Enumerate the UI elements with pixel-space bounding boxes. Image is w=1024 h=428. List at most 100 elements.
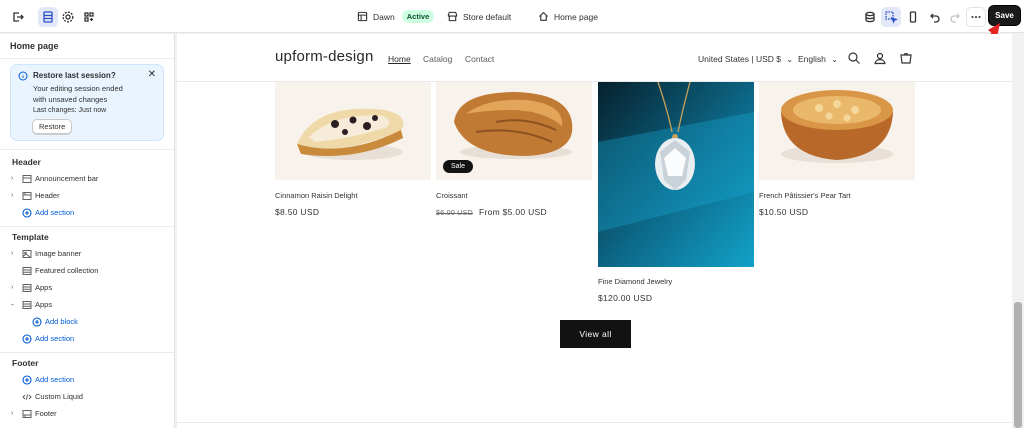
image-icon xyxy=(22,249,32,258)
footer-add-section[interactable]: Add section xyxy=(0,371,174,388)
nav-contact[interactable]: Contact xyxy=(465,54,494,64)
plus-circle-icon xyxy=(22,333,32,344)
page-label: Home page xyxy=(554,11,598,22)
layout-icon xyxy=(357,11,368,22)
sections-icon[interactable] xyxy=(38,7,58,27)
chevron-right-icon[interactable]: › xyxy=(11,250,13,257)
settings-gear-icon[interactable] xyxy=(58,7,78,27)
section-label: Announcement bar xyxy=(35,174,99,183)
restore-session-banner: ✕ Restore last session? Your editing ses… xyxy=(10,64,164,141)
product-image-diamond[interactable] xyxy=(598,82,754,267)
chevron-right-icon[interactable]: › xyxy=(11,192,13,199)
chevron-down-icon: ⌄ xyxy=(831,55,838,64)
theme-selector[interactable]: Dawn Active xyxy=(357,0,435,33)
inspector-cursor-icon[interactable] xyxy=(881,7,901,27)
section-label: Apps xyxy=(35,283,53,292)
section-custom-liquid[interactable]: Custom Liquid xyxy=(0,388,174,405)
undo-icon[interactable] xyxy=(925,7,945,27)
chevron-right-icon[interactable]: › xyxy=(11,175,13,182)
apps-grid-icon[interactable] xyxy=(79,7,99,27)
header-section-heading: Header xyxy=(12,157,41,167)
section-footer[interactable]: › Footer xyxy=(0,405,174,422)
language-selector[interactable]: English ⌄ xyxy=(798,54,838,64)
add-section-label: Add section xyxy=(35,208,75,217)
exit-icon[interactable] xyxy=(8,7,28,27)
footer-section-heading: Footer xyxy=(12,358,39,368)
apps-add-block[interactable]: Add block xyxy=(0,313,174,330)
store-logo[interactable]: upform-design xyxy=(275,48,373,65)
sale-badge: Sale xyxy=(443,160,474,173)
template-add-section[interactable]: Add section xyxy=(0,330,174,347)
add-section-label: Add section xyxy=(35,334,75,343)
plus-circle-icon xyxy=(32,316,42,327)
currency-selector[interactable]: United States | USD $ ⌄ xyxy=(698,54,793,64)
home-icon xyxy=(538,11,549,21)
store-header: upform-design Home Catalog Contact Unite… xyxy=(177,34,1012,82)
header-icon xyxy=(22,191,32,200)
apps-icon xyxy=(22,300,32,309)
banner-body-line1: Your editing session ended xyxy=(33,84,123,93)
store-context-selector[interactable]: Store default xyxy=(447,0,511,33)
divider xyxy=(177,422,1012,423)
section-label: Image banner xyxy=(35,249,82,258)
close-icon[interactable]: ✕ xyxy=(148,70,156,80)
store-default-label: Store default xyxy=(463,11,512,22)
add-section-label: Add section xyxy=(35,375,75,384)
chevron-down-icon: ⌄ xyxy=(786,55,794,64)
banner-body-line2: with unsaved changes xyxy=(33,95,108,104)
product-price: $6.00 USD From $5.00 USD xyxy=(436,207,547,217)
product-title[interactable]: Croissant xyxy=(436,191,468,200)
section-label: Footer xyxy=(35,409,57,418)
section-label: Custom Liquid xyxy=(35,392,83,401)
header-add-section[interactable]: Add section xyxy=(0,204,174,221)
preview-scrollbar[interactable] xyxy=(1012,34,1024,428)
sidebar-title: Home page xyxy=(10,41,59,51)
section-image-banner[interactable]: › Image banner xyxy=(0,245,174,262)
section-announcement-bar[interactable]: › Announcement bar xyxy=(0,170,174,187)
announcement-bar-icon xyxy=(22,174,32,183)
banner-title: Restore last session? xyxy=(33,71,116,80)
currency-label: United States | USD $ xyxy=(698,54,781,64)
account-icon[interactable] xyxy=(873,51,887,65)
restore-button[interactable]: Restore xyxy=(32,119,73,134)
section-label: Featured collection xyxy=(35,266,99,275)
editor-topbar: Dawn Active Store default Home page Save xyxy=(0,0,1024,33)
product-price: $8.50 USD xyxy=(275,207,320,217)
product-price: $120.00 USD xyxy=(598,293,653,303)
view-all-button[interactable]: View all xyxy=(560,320,631,348)
database-icon[interactable] xyxy=(860,7,880,27)
template-section-heading: Template xyxy=(12,232,49,242)
chevron-right-icon[interactable]: › xyxy=(11,410,13,417)
product-image-cinnamon[interactable] xyxy=(275,82,431,180)
mobile-preview-icon[interactable] xyxy=(903,7,923,27)
section-header[interactable]: › Header xyxy=(0,187,174,204)
old-price: $6.00 USD xyxy=(436,210,473,217)
page-selector[interactable]: Home page xyxy=(538,0,598,33)
cart-icon[interactable] xyxy=(899,51,913,65)
chevron-down-icon[interactable]: › xyxy=(9,303,16,305)
section-apps-2[interactable]: › Apps xyxy=(0,296,174,313)
collection-icon xyxy=(22,266,32,275)
product-title[interactable]: Cinnamon Raisin Delight xyxy=(275,191,358,200)
footer-icon xyxy=(22,409,32,418)
product-price: $10.50 USD xyxy=(759,207,809,217)
code-icon xyxy=(22,393,32,400)
section-apps-1[interactable]: › Apps xyxy=(0,279,174,296)
sections-sidebar: Home page ✕ Restore last session? Your e… xyxy=(0,34,175,428)
chevron-right-icon[interactable]: › xyxy=(11,284,13,291)
scrollbar-thumb[interactable] xyxy=(1014,302,1022,428)
plus-circle-icon xyxy=(22,207,32,218)
divider xyxy=(0,58,174,59)
product-title[interactable]: Fine Diamond Jewelry xyxy=(598,277,672,286)
section-label: Header xyxy=(35,191,60,200)
language-label: English xyxy=(798,54,826,64)
product-image-pear-tart[interactable] xyxy=(759,82,915,180)
nav-home[interactable]: Home xyxy=(388,54,411,64)
product-title[interactable]: French Pâtissier's Pear Tart xyxy=(759,191,851,200)
search-icon[interactable] xyxy=(847,51,861,65)
sale-price: From $5.00 USD xyxy=(478,207,547,217)
theme-name: Dawn xyxy=(373,11,395,22)
add-block-label: Add block xyxy=(45,317,78,326)
section-featured-collection[interactable]: Featured collection xyxy=(0,262,174,279)
nav-catalog[interactable]: Catalog xyxy=(423,54,452,64)
